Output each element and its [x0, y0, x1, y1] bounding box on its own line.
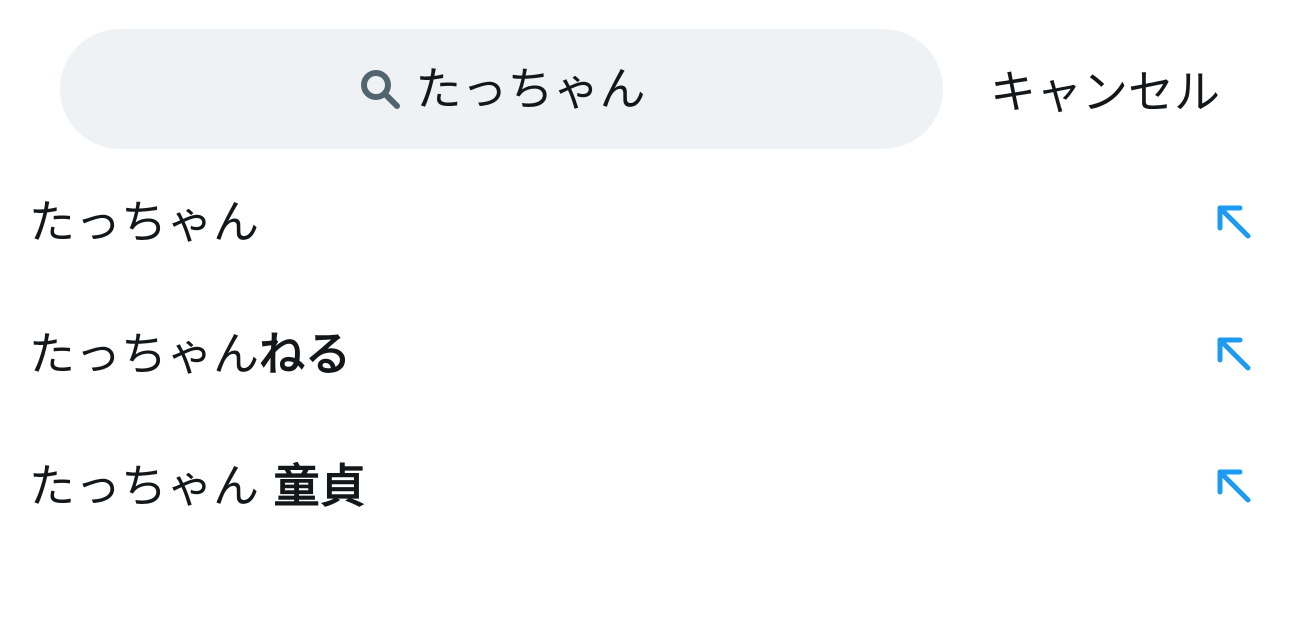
arrow-up-left-icon[interactable]	[1214, 466, 1254, 506]
suggestion-label: たっちゃん	[29, 199, 259, 245]
suggestion-item[interactable]: たっちゃん 童貞	[0, 426, 1290, 546]
suggestion-prefix: たっちゃん	[29, 195, 259, 249]
search-icon	[358, 67, 402, 111]
cancel-button[interactable]: キャンセル	[990, 29, 1220, 149]
suggestion-completion: 童貞	[273, 459, 366, 513]
suggestion-label: たっちゃん 童貞	[29, 463, 366, 509]
search-input[interactable]: たっちゃん	[416, 66, 646, 112]
search-bar[interactable]: たっちゃん	[60, 29, 943, 149]
arrow-up-left-icon[interactable]	[1214, 202, 1254, 242]
suggestion-completion: ねる	[259, 327, 351, 381]
arrow-up-left-icon[interactable]	[1214, 334, 1254, 374]
suggestion-item[interactable]: たっちゃんねる	[0, 294, 1290, 414]
suggestion-item[interactable]: たっちゃん	[0, 162, 1290, 282]
suggestion-prefix: たっちゃん	[29, 459, 274, 513]
suggestion-prefix: たっちゃん	[29, 327, 259, 381]
suggestion-label: たっちゃんねる	[29, 331, 351, 377]
